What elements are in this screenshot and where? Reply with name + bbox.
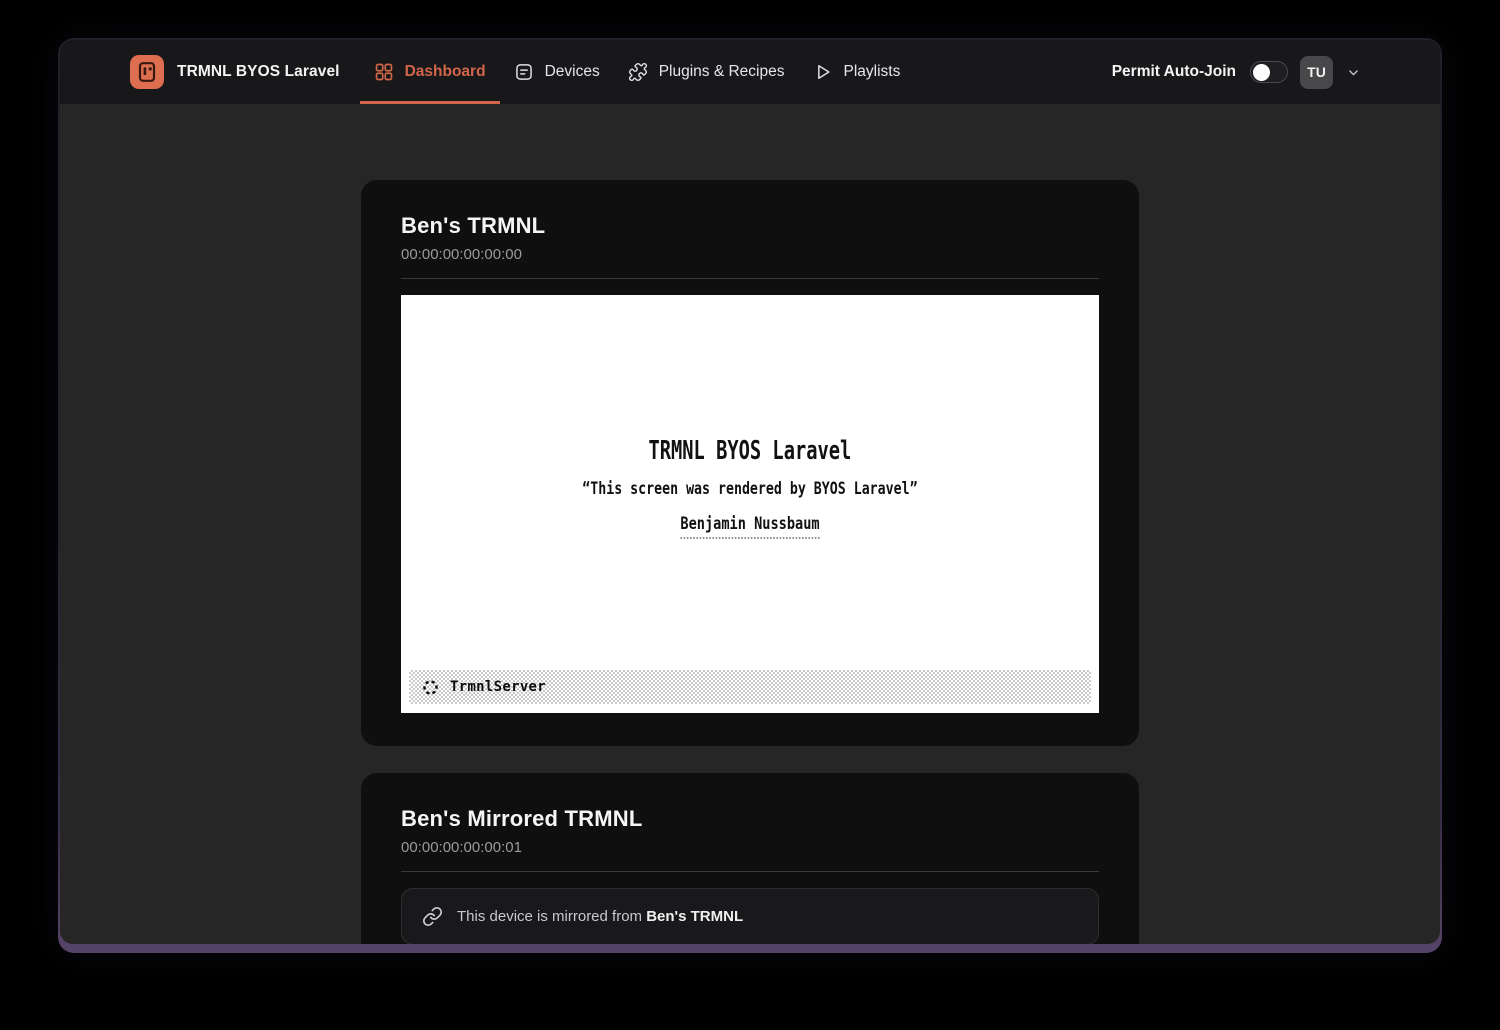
- tab-dashboard-label: Dashboard: [405, 63, 486, 81]
- device-mac-address: 00:00:00:00:00:00: [401, 246, 1099, 263]
- tab-devices[interactable]: Devices: [500, 40, 614, 104]
- divider: [401, 871, 1099, 872]
- tab-plugins-recipes[interactable]: Plugins & Recipes: [614, 40, 799, 104]
- mirror-notice-prefix: This device is mirrored from: [457, 908, 646, 925]
- grid-icon: [374, 62, 394, 82]
- tab-devices-label: Devices: [545, 63, 600, 81]
- divider: [401, 278, 1099, 279]
- play-icon: [813, 62, 833, 82]
- app-window-frame: TRMNL BYOS Laravel Dashboard: [58, 38, 1442, 953]
- app-window: TRMNL BYOS Laravel Dashboard: [60, 40, 1440, 944]
- dashboard-content: Ben's TRMNL 00:00:00:00:00:00 TRMNL BYOS…: [60, 104, 1440, 944]
- status-bar-label: TrmnlServer: [450, 679, 546, 695]
- device-screen-preview: TRMNL BYOS Laravel “This screen was rend…: [401, 295, 1099, 713]
- navbar-right: Permit Auto-Join TU: [1112, 56, 1362, 89]
- device-card-bens-trmnl: Ben's TRMNL 00:00:00:00:00:00 TRMNL BYOS…: [361, 180, 1139, 746]
- permit-auto-join-toggle[interactable]: [1250, 61, 1288, 83]
- device-mac-address: 00:00:00:00:00:01: [401, 839, 1099, 856]
- mirror-notice-text: This device is mirrored from Ben's TRMNL: [457, 908, 743, 925]
- mirror-notice: This device is mirrored from Ben's TRMNL: [401, 888, 1099, 944]
- tab-plugins-recipes-label: Plugins & Recipes: [659, 63, 785, 81]
- link-icon: [422, 906, 443, 927]
- toggle-knob: [1253, 64, 1270, 81]
- screen-heading: TRMNL BYOS Laravel: [649, 436, 852, 466]
- chevron-down-icon[interactable]: [1345, 64, 1362, 81]
- screen-quote: “This screen was rendered by BYOS Larave…: [582, 479, 917, 499]
- mirror-source-device: Ben's TRMNL: [646, 908, 743, 925]
- trmnl-logo-icon: [130, 55, 164, 89]
- spinner-icon: [421, 678, 440, 697]
- nav-tabs: Dashboard Devices: [360, 40, 915, 104]
- screen-author: Benjamin Nussbaum: [680, 514, 819, 539]
- device-icon: [514, 62, 534, 82]
- tab-dashboard[interactable]: Dashboard: [360, 40, 500, 104]
- tab-playlists[interactable]: Playlists: [799, 40, 915, 104]
- permit-auto-join-label: Permit Auto-Join: [1112, 63, 1236, 81]
- navbar: TRMNL BYOS Laravel Dashboard: [60, 40, 1440, 104]
- device-card-bens-mirrored-trmnl: Ben's Mirrored TRMNL 00:00:00:00:00:01 T…: [361, 773, 1139, 944]
- tab-playlists-label: Playlists: [844, 63, 901, 81]
- device-name: Ben's TRMNL: [401, 213, 1099, 239]
- puzzle-icon: [628, 62, 648, 82]
- screen-status-bar: TrmnlServer: [409, 670, 1091, 704]
- device-name: Ben's Mirrored TRMNL: [401, 806, 1099, 832]
- app-title: TRMNL BYOS Laravel: [177, 63, 340, 81]
- avatar[interactable]: TU: [1300, 56, 1333, 89]
- brand: TRMNL BYOS Laravel: [130, 55, 340, 89]
